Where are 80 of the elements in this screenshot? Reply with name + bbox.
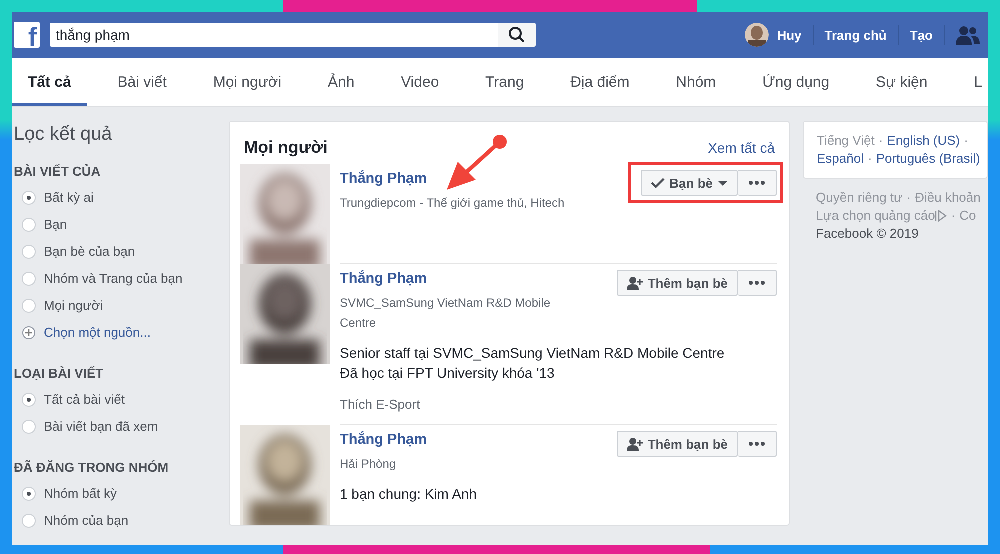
add-friend-button[interactable]: Thêm bạn bè [616, 431, 738, 457]
more-button[interactable] [738, 431, 777, 457]
separator-dot: · [964, 132, 968, 150]
interest-text: Thích E-Sport [340, 397, 422, 412]
tab[interactable]: Bài viết [102, 58, 183, 106]
radio-button[interactable] [22, 272, 36, 286]
annotation-arrow [447, 135, 507, 190]
radio-button[interactable] [22, 218, 36, 232]
person-subtitle: SVMC_SamSung VietNam R&D Mobile Centre [340, 295, 552, 332]
ad-choices-icon [935, 210, 948, 222]
radio-button[interactable] [22, 392, 36, 406]
person-subtitle: Trungdiepcom - Thế giới game thủ, Hitech [340, 195, 565, 212]
separator-dot: · [878, 132, 884, 150]
more-button[interactable] [738, 270, 777, 296]
language-link[interactable]: Español [817, 150, 864, 168]
radio-button[interactable] [22, 420, 36, 434]
tab[interactable]: Mọi người [197, 58, 298, 106]
profile-link[interactable]: Huy [777, 28, 802, 42]
search-button[interactable] [498, 23, 536, 47]
caret-icon [718, 180, 728, 186]
radio-button[interactable] [22, 486, 36, 500]
detail-text: 1 bạn chung: Kim Anh [340, 485, 478, 504]
tab[interactable]: Địa điểm [554, 58, 646, 106]
language-link[interactable]: Português (Brasil) [876, 150, 980, 168]
nav-link[interactable]: Trang chủ [824, 28, 887, 42]
more-icon [749, 281, 765, 285]
filter-title: Lọc kết quả [13, 124, 114, 146]
option-label[interactable]: Mọi người [44, 298, 104, 313]
separator-dot: · [906, 189, 912, 207]
person-name[interactable]: Thắng Phạm [340, 271, 587, 287]
person-name[interactable]: Thắng Phạm [340, 432, 428, 448]
radio-button[interactable] [22, 244, 36, 258]
search-icon [508, 26, 526, 44]
tab[interactable]: Trang [470, 58, 540, 106]
more-button[interactable] [738, 170, 777, 196]
nav-link[interactable]: Tạo [910, 28, 933, 42]
option-label[interactable]: Nhóm bất kỳ [44, 486, 117, 501]
more-icon [749, 181, 765, 185]
language-link[interactable]: English (US) [887, 132, 960, 150]
tab[interactable]: Nhóm [660, 58, 732, 106]
radio-button[interactable] [22, 514, 36, 528]
option-label[interactable]: Bài viết bạn đã xem [44, 419, 158, 434]
section-heading: LOẠI BÀI VIẾT [13, 366, 105, 381]
add-icon [22, 326, 36, 340]
radio-button[interactable] [22, 298, 36, 312]
add-friend-button[interactable]: Thêm bạn bè [616, 270, 738, 296]
option-label[interactable]: Nhóm của bạn [44, 513, 129, 528]
add-friend-icon [626, 437, 643, 451]
current-language: Tiếng Việt [817, 132, 875, 150]
card-title: Mọi người [244, 138, 328, 158]
option-label[interactable]: Nhóm và Trang của bạn [44, 271, 183, 286]
person-name[interactable]: Thắng Phạm [340, 171, 565, 187]
section-heading: BÀI VIẾT CỦA [13, 164, 102, 179]
search-field[interactable]: thắng phạm [50, 23, 498, 47]
tab[interactable]: Ảnh [312, 58, 371, 106]
tab[interactable]: Ứng dụng [746, 58, 846, 106]
option-label[interactable]: Bất kỳ ai [44, 190, 94, 205]
check-icon [650, 177, 665, 189]
radio-button[interactable] [22, 190, 36, 204]
option-label[interactable]: Tất cả bài viết [44, 392, 125, 407]
section-heading: ĐÃ ĐĂNG TRONG NHÓM [13, 460, 170, 475]
option-label[interactable]: Bạn [44, 217, 68, 232]
see-all-link[interactable]: Xem tất cả [708, 140, 775, 156]
logo[interactable]: f [14, 22, 40, 48]
copyright-text: Facebook © 2019 [816, 225, 920, 243]
separator-dot: · [951, 207, 956, 225]
tab[interactable]: Video [385, 58, 456, 106]
tab[interactable]: Sự kiện [860, 58, 944, 106]
choose-source-link[interactable]: Chọn một nguồn... [44, 325, 151, 340]
detail-text: Đã học tại FPT University khóa '13 [340, 364, 556, 383]
detail-text: Senior staff tại SVMC_SamSung VietNam R&D Mobile Centre [340, 344, 726, 363]
separator-dot: · [868, 150, 872, 168]
add-friend-icon [626, 276, 643, 290]
tab[interactable]: Tất cả [12, 58, 88, 106]
person-subtitle: Hải Phòng [340, 456, 398, 473]
tab[interactable]: L [958, 58, 988, 106]
friends-button[interactable]: Bạn bè [640, 170, 738, 196]
option-label[interactable]: Bạn bè của bạn [44, 244, 136, 259]
friends-icon[interactable] [956, 25, 980, 45]
more-icon [749, 442, 765, 446]
